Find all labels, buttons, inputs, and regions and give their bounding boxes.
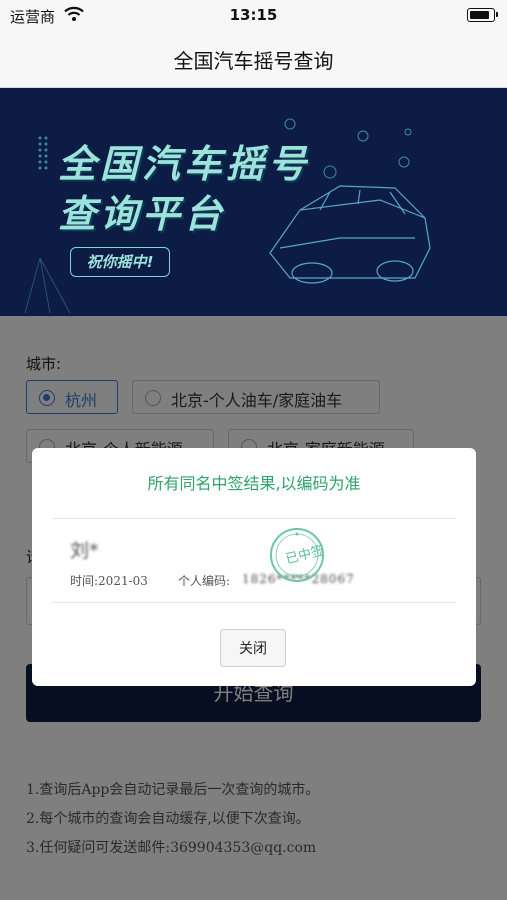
record-name: 刘* bbox=[70, 540, 99, 562]
status-bar: 运营商 13:15 bbox=[0, 0, 507, 30]
close-button[interactable]: 关闭 bbox=[220, 629, 286, 667]
banner-badge: 祝你摇中! bbox=[70, 247, 170, 277]
banner: 全国汽车摇号 查询平台 祝你摇中! bbox=[0, 88, 507, 316]
divider bbox=[52, 518, 456, 519]
result-dialog: 所有同名中签结果,以编码为准 刘* 时间:2021-03 个人编码: 1826*… bbox=[32, 448, 476, 686]
divider bbox=[52, 602, 456, 603]
dialog-title: 所有同名中签结果,以编码为准 bbox=[147, 474, 361, 493]
banner-title-line1: 全国汽车摇号 bbox=[58, 142, 311, 186]
battery-icon bbox=[467, 8, 498, 22]
clock: 13:15 bbox=[229, 6, 278, 24]
record-code-label: 个人编码: bbox=[178, 574, 231, 588]
banner-title-line2: 查询平台 bbox=[58, 192, 227, 236]
page-title: 全国汽车摇号查询 bbox=[173, 49, 334, 73]
navigation-bar: 全国汽车摇号查询 bbox=[0, 30, 507, 88]
record-time: 时间:2021-03 bbox=[70, 574, 148, 588]
